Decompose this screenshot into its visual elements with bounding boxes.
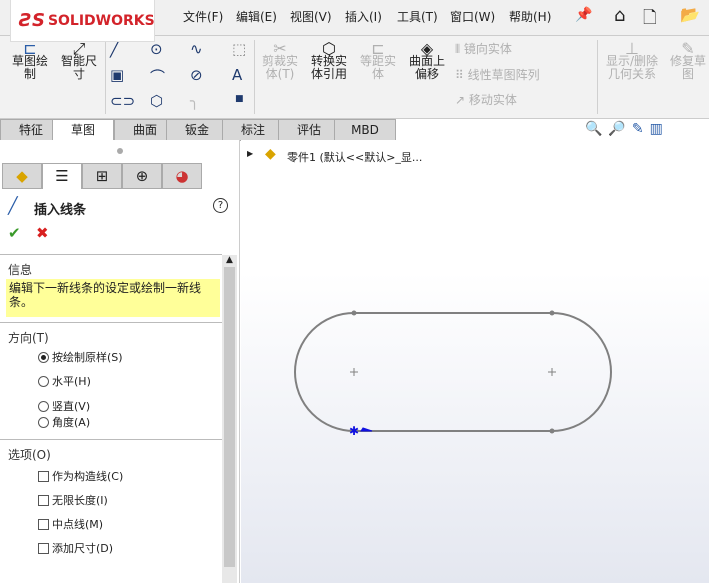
endpoints: [351, 310, 555, 434]
splitter-handle[interactable]: [117, 148, 123, 154]
menu-edit[interactable]: 编辑(E): [236, 8, 277, 25]
checkbox-construction[interactable]: 作为构造线(C): [38, 468, 123, 484]
line-direction-arrow: [360, 427, 373, 432]
arc-centers: [350, 368, 556, 376]
sketch-slot[interactable]: ✱: [241, 140, 709, 583]
ellipse-icon[interactable]: ⊘: [190, 66, 203, 84]
help-icon[interactable]: ?: [213, 198, 228, 213]
arc-icon[interactable]: ⌒: [150, 66, 165, 87]
tab-dimxpert[interactable]: ⊕: [122, 163, 162, 189]
line-icon: ╱: [8, 196, 18, 215]
home-icon[interactable]: ⌂: [614, 5, 625, 26]
panel-title: 插入线条: [34, 203, 87, 218]
menu-file[interactable]: 文件(F): [183, 8, 223, 25]
view-heads-up-toolbar[interactable]: 🔍🔎✎▥: [585, 121, 669, 137]
polygon-icon[interactable]: ⬡: [150, 92, 163, 110]
menu-insert[interactable]: 插入(I): [345, 8, 382, 25]
slot-icon[interactable]: ⊂⊃: [110, 92, 135, 110]
pin-icon[interactable]: 📌: [575, 7, 592, 23]
property-manager: ◆ ☰ ⊞ ⊕ ◕ ╱ 插入线条 ? ✔ ✖ ▲ 信息 编辑下一新线条的设定或绘…: [0, 140, 240, 583]
radio-horizontal[interactable]: 水平(H): [38, 373, 91, 389]
info-message: 编辑下一新线条的设定或绘制一新线条。: [6, 279, 220, 317]
open-icon[interactable]: 📂: [680, 5, 700, 24]
direction-header: 方向(T): [8, 331, 49, 345]
new-document-icon[interactable]: 🗋: [643, 5, 657, 34]
tab-sketch[interactable]: 草图: [52, 119, 114, 141]
circle-icon[interactable]: ⊙: [150, 40, 163, 58]
sketch-chamfer-icon[interactable]: ⬚: [232, 40, 246, 58]
title-bar: ƧS SOLIDWORKS 文件(F) 编辑(E) 视图(V) 插入(I) 工具(…: [0, 0, 709, 42]
move-entities-button[interactable]: ↗ 移动实体: [455, 94, 517, 107]
smart-dimension-button[interactable]: ⤢ 智能尺寸: [56, 41, 102, 81]
tab-mbd[interactable]: MBD: [334, 119, 396, 141]
tab-markup[interactable]: 标注: [222, 119, 284, 141]
convert-entities-button[interactable]: ⬡ 转换实体引用: [306, 41, 352, 81]
current-point-marker: ✱: [349, 424, 359, 438]
radio-angle[interactable]: 角度(A): [38, 414, 90, 430]
ok-button[interactable]: ✔: [8, 224, 21, 242]
radio-as-sketched[interactable]: 按绘制原样(S): [38, 349, 123, 365]
offset-on-surface-button[interactable]: ◈ 曲面上偏移: [404, 41, 450, 81]
offset-entities-button[interactable]: ⊏ 等距实体: [356, 41, 400, 81]
tab-configuration[interactable]: ⊞: [82, 163, 122, 189]
scrollbar[interactable]: ▲: [222, 255, 237, 583]
fillet-icon[interactable]: ╮: [190, 92, 199, 110]
tab-display-manager[interactable]: ◕: [162, 163, 202, 189]
point-icon[interactable]: ■: [235, 94, 244, 104]
checkbox-midpoint-line[interactable]: 中点线(M): [38, 516, 103, 532]
tab-sheet-metal[interactable]: 钣金: [166, 119, 228, 141]
graphics-area[interactable]: ▶ ◆ 零件1 (默认<<默认>_显... ✱: [241, 140, 709, 583]
mirror-entities-button[interactable]: ⫴ 镜向实体: [455, 43, 512, 56]
command-manager: ⊏ 草图绘制 ⤢ 智能尺寸 ╱ ⊙ ∿ ⬚ ▣ ⌒ ⊘ A ⊂⊃ ⬡ ╮ ■ ✂ 剪裁…: [0, 36, 709, 118]
menu-view[interactable]: 视图(V): [290, 8, 332, 25]
cancel-button[interactable]: ✖: [36, 224, 49, 242]
repair-sketch-button[interactable]: ✎ 修复草图: [666, 41, 709, 81]
slot-outline: [294, 312, 612, 432]
display-delete-relations-button[interactable]: ⊥ 显示/删除几何关系: [602, 41, 662, 81]
menu-help[interactable]: 帮助(H): [509, 8, 551, 25]
rectangle-icon[interactable]: ▣: [110, 66, 124, 84]
line-icon[interactable]: ╱: [110, 40, 119, 58]
linear-pattern-button[interactable]: ⠿ 线性草图阵列: [455, 69, 540, 82]
trim-button[interactable]: ✂ 剪裁实体(T): [258, 41, 302, 81]
tab-property-manager[interactable]: ☰: [42, 163, 82, 189]
menu-tools[interactable]: 工具(T): [397, 8, 438, 25]
tab-evaluate[interactable]: 评估: [278, 119, 340, 141]
radio-vertical[interactable]: 竖直(V): [38, 398, 90, 414]
text-icon[interactable]: A: [232, 66, 242, 84]
info-header: 信息: [8, 263, 33, 277]
checkbox-add-dimensions[interactable]: 添加尺寸(D): [38, 540, 113, 556]
checkbox-infinite-length[interactable]: 无限长度(I): [38, 492, 108, 508]
solidworks-logo[interactable]: ƧS SOLIDWORKS: [10, 0, 155, 42]
options-header: 选项(O): [8, 448, 51, 462]
tab-feature-tree[interactable]: ◆: [2, 163, 42, 189]
sketch-button[interactable]: ⊏ 草图绘制: [8, 41, 52, 81]
command-tabs: 特征 草图 曲面 钣金 标注 评估 MBD 🔍🔎✎▥: [0, 118, 709, 141]
menu-window[interactable]: 窗口(W): [450, 8, 495, 25]
spline-icon[interactable]: ∿: [190, 40, 203, 58]
